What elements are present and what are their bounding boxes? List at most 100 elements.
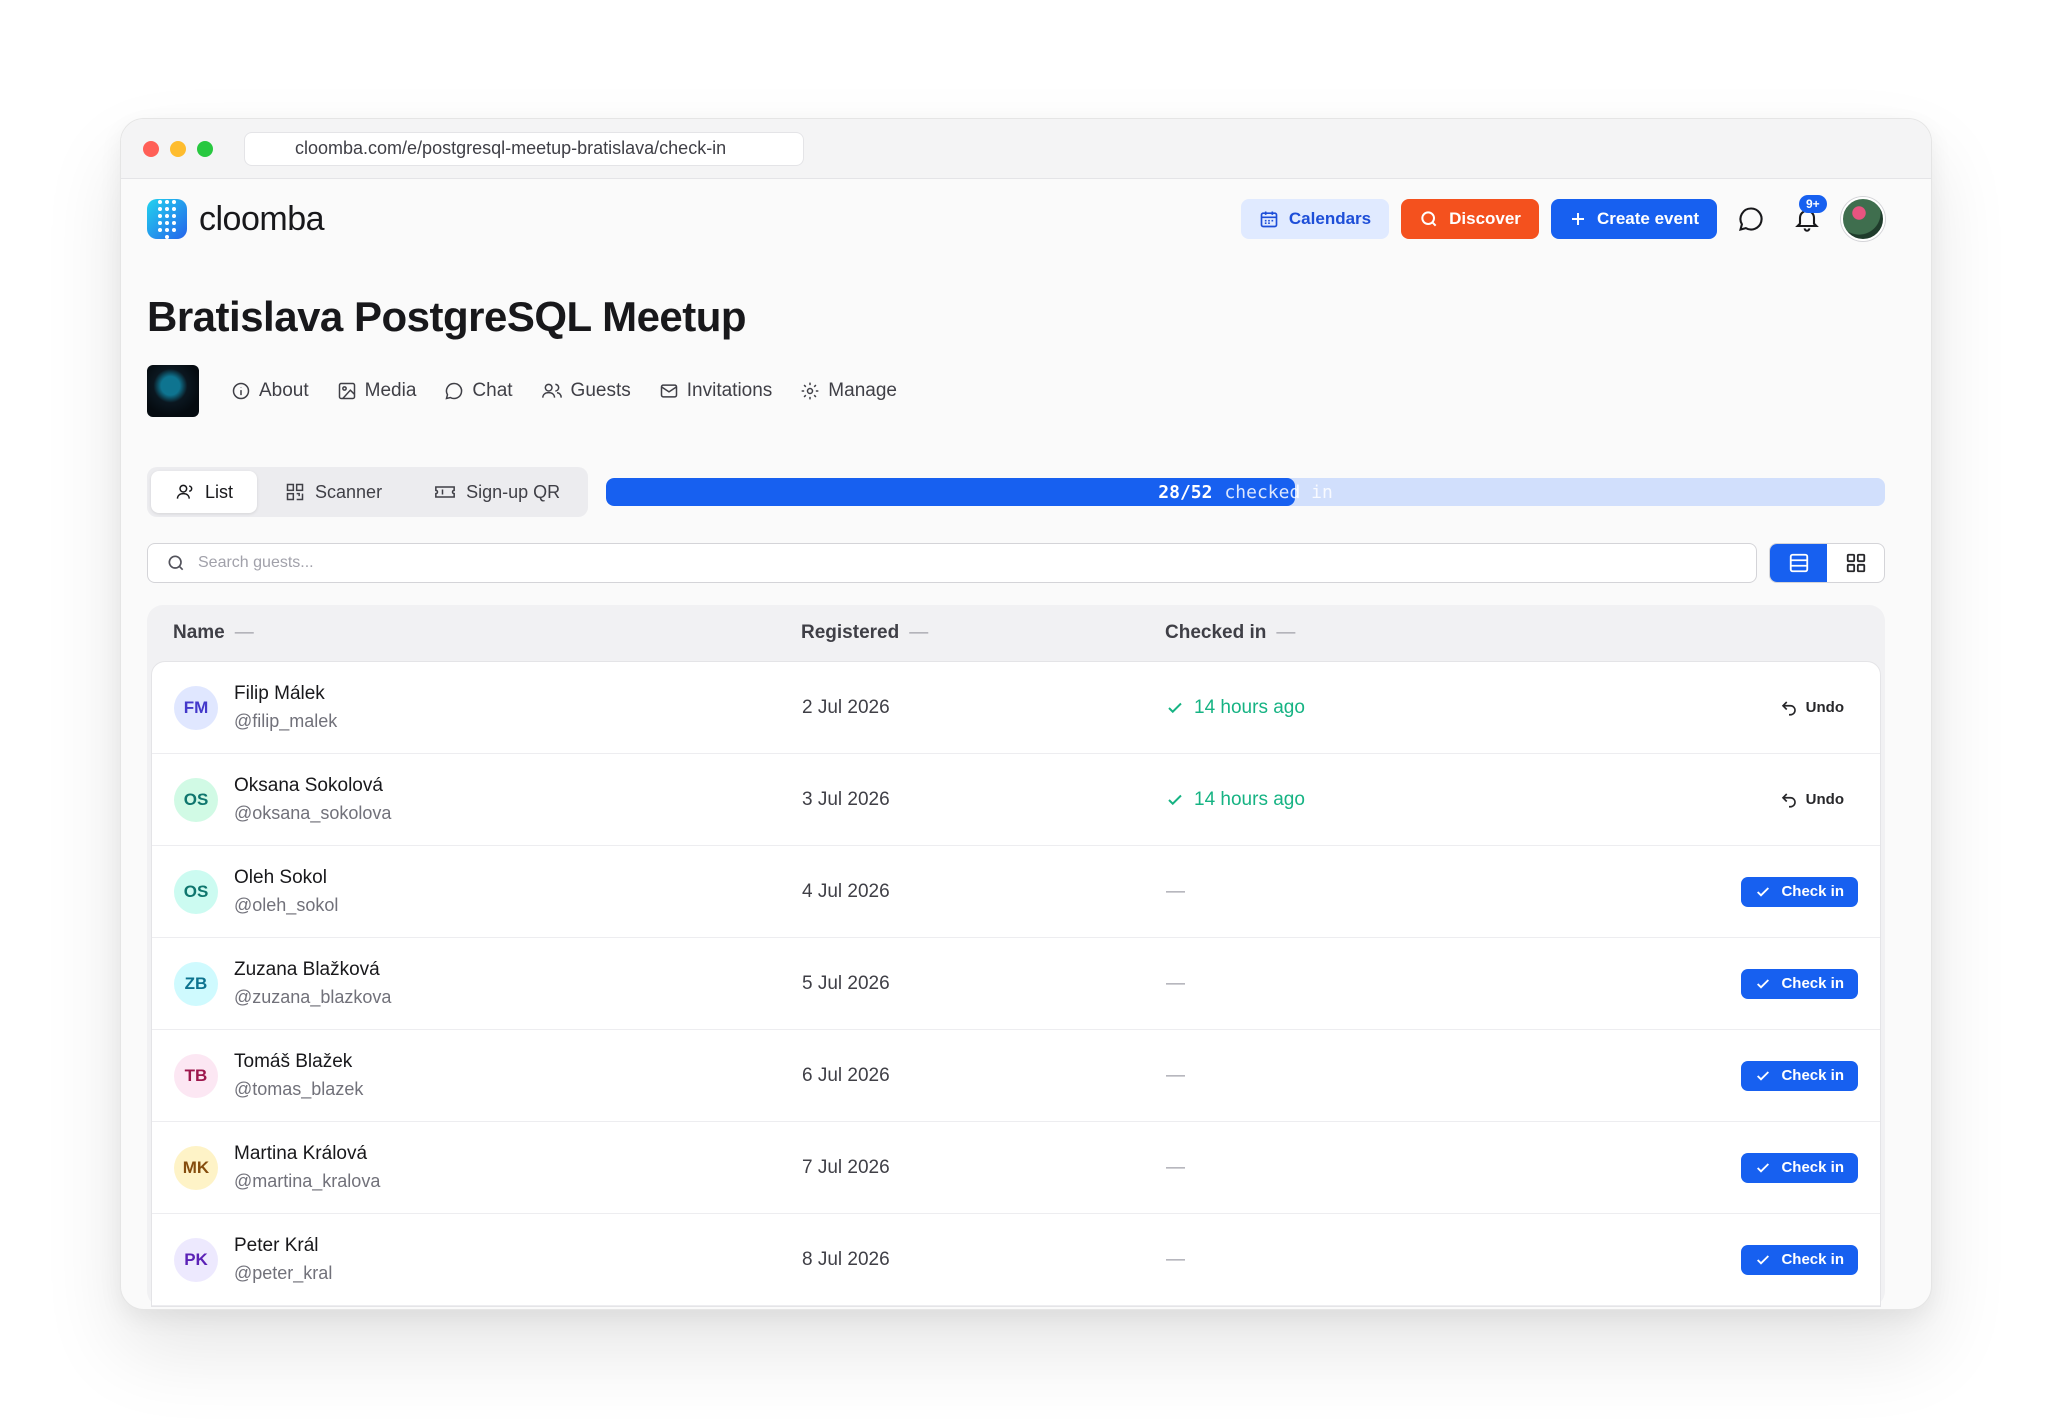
- column-header-registered[interactable]: Registered —: [801, 622, 1165, 644]
- guest-name: Martina Králová: [234, 1143, 368, 1164]
- close-window-icon[interactable]: [143, 140, 159, 157]
- check-icon: [1757, 1070, 1770, 1081]
- not-checked-in: —: [1166, 1248, 1185, 1270]
- notifications-button[interactable]: 9+: [1785, 195, 1829, 241]
- check-icon: [1757, 1162, 1770, 1173]
- notification-badge: 9+: [1799, 195, 1827, 213]
- tab-guests[interactable]: Guests: [541, 380, 631, 402]
- discover-label: Discover: [1449, 209, 1521, 228]
- mode-signup-qr[interactable]: Sign-up QR: [410, 471, 584, 513]
- calendars-button[interactable]: Calendars: [1240, 199, 1390, 239]
- undo-button[interactable]: Undo: [1780, 699, 1858, 717]
- check-in-label: Check in: [1781, 1159, 1844, 1176]
- check-in-label: Check in: [1781, 1067, 1844, 1084]
- plus-icon: [1571, 213, 1584, 225]
- grid-view-button[interactable]: [1827, 544, 1884, 582]
- column-header-name[interactable]: Name —: [173, 622, 801, 644]
- search-input[interactable]: [198, 554, 1756, 572]
- browser-titlebar: cloomba.com/e/postgresql-meetup-bratisla…: [121, 119, 1931, 179]
- checked-in-status: 14 hours ago: [1166, 697, 1718, 719]
- user-icon: [176, 484, 193, 499]
- tab-manage-label: Manage: [828, 380, 897, 401]
- info-icon: [232, 382, 250, 400]
- logo-mark-icon: [147, 199, 187, 239]
- check-in-button[interactable]: Check in: [1741, 968, 1858, 999]
- table-row: MK Martina Králová @martina_kralova 7 Jul …: [152, 1122, 1880, 1214]
- guest-name: Zuzana Blažková: [234, 959, 380, 980]
- tab-invitations[interactable]: Invitations: [659, 380, 772, 402]
- registered-date: 7 Jul 2026: [802, 1156, 890, 1178]
- check-in-button[interactable]: Check in: [1741, 1152, 1858, 1183]
- column-header-name-label: Name: [173, 622, 225, 643]
- create-event-label: Create event: [1596, 209, 1699, 228]
- tab-manage[interactable]: Manage: [800, 380, 897, 402]
- not-checked-in: —: [1166, 1156, 1185, 1178]
- logo-text: cloomba: [199, 199, 325, 238]
- tab-media[interactable]: Media: [337, 380, 416, 402]
- guest-name: Filip Málek: [234, 683, 325, 704]
- calendar-icon: [1260, 211, 1278, 228]
- browser-window: cloomba.com/e/postgresql-meetup-bratisla…: [120, 118, 1932, 1310]
- search-icon: [168, 555, 184, 571]
- view-toggle: [1769, 543, 1885, 583]
- mode-list[interactable]: List: [151, 471, 258, 513]
- ticket-icon: [435, 486, 455, 498]
- undo-button[interactable]: Undo: [1780, 791, 1858, 809]
- table-view-button[interactable]: [1770, 544, 1827, 582]
- mode-list-label: List: [205, 481, 234, 502]
- guest-handle: @filip_malek: [234, 711, 338, 731]
- guest-name: Peter Král: [234, 1235, 319, 1256]
- guest-search[interactable]: [147, 543, 1757, 583]
- mode-scanner[interactable]: Scanner: [261, 471, 406, 513]
- registered-date: 5 Jul 2026: [802, 972, 890, 994]
- table-row: OS Oleh Sokol @oleh_sokol 4 Jul 2026 — Che…: [152, 846, 1880, 938]
- table-row: PK Peter Král @peter_kral 8 Jul 2026 — Che…: [152, 1214, 1880, 1306]
- check-in-label: Check in: [1781, 975, 1844, 992]
- undo-label: Undo: [1805, 791, 1844, 808]
- check-icon: [1757, 1254, 1770, 1265]
- not-checked-in: —: [1166, 880, 1185, 902]
- gear-icon: [801, 382, 819, 400]
- tab-about[interactable]: About: [231, 380, 309, 402]
- table-row: TB Tomáš Blažek @tomas_blazek 6 Jul 2026 —…: [152, 1030, 1880, 1122]
- guest-name: Oleh Sokol: [234, 867, 327, 888]
- checkin-progress-bar: 28/52 checked in: [606, 478, 1885, 506]
- checked-in-time: 14 hours ago: [1194, 788, 1305, 810]
- address-bar[interactable]: cloomba.com/e/postgresql-meetup-bratisla…: [244, 131, 804, 166]
- check-in-button[interactable]: Check in: [1741, 876, 1858, 907]
- tab-chat[interactable]: Chat: [444, 380, 513, 402]
- check-icon: [1168, 702, 1182, 713]
- avatar: OS: [174, 869, 218, 914]
- check-icon: [1757, 978, 1770, 989]
- mail-icon: [660, 384, 677, 398]
- mode-signup-qr-label: Sign-up QR: [466, 481, 561, 502]
- create-event-button[interactable]: Create event: [1550, 199, 1717, 239]
- minimize-window-icon[interactable]: [170, 140, 186, 157]
- checked-in-status: 14 hours ago: [1166, 789, 1718, 811]
- column-header-checked-in[interactable]: Checked in —: [1165, 622, 1295, 644]
- check-in-button[interactable]: Check in: [1741, 1244, 1858, 1275]
- registered-date: 4 Jul 2026: [802, 880, 890, 902]
- tab-guests-label: Guests: [570, 380, 631, 401]
- check-in-label: Check in: [1781, 883, 1844, 900]
- discover-button[interactable]: Discover: [1401, 199, 1539, 239]
- checkin-progress-label: checked in: [1224, 481, 1333, 503]
- not-checked-in: —: [1166, 972, 1185, 994]
- tab-chat-label: Chat: [472, 380, 513, 401]
- mode-scanner-label: Scanner: [315, 481, 383, 502]
- guest-table: Name — Registered — Checked in — FM Filip Má…: [147, 605, 1885, 1307]
- not-checked-in: —: [1166, 1064, 1185, 1086]
- event-thumbnail[interactable]: [147, 365, 199, 417]
- maximize-window-icon[interactable]: [197, 140, 213, 157]
- column-header-registered-label: Registered: [801, 622, 900, 643]
- column-header-checked-in-label: Checked in: [1165, 622, 1267, 643]
- event-nav: About Media Chat Guests Invitations Mana…: [147, 365, 1885, 417]
- registered-date: 6 Jul 2026: [802, 1064, 890, 1086]
- check-in-button[interactable]: Check in: [1741, 1060, 1858, 1091]
- user-avatar[interactable]: [1841, 197, 1885, 241]
- table-row: FM Filip Málek @filip_malek 2 Jul 2026 14 …: [152, 662, 1880, 754]
- checkin-progress-count: 28/52: [1158, 481, 1213, 503]
- logo[interactable]: cloomba: [147, 199, 325, 239]
- table-row: ZB Zuzana Blažková @zuzana_blazkova 5 Jul …: [152, 938, 1880, 1030]
- messages-button[interactable]: [1729, 197, 1773, 241]
